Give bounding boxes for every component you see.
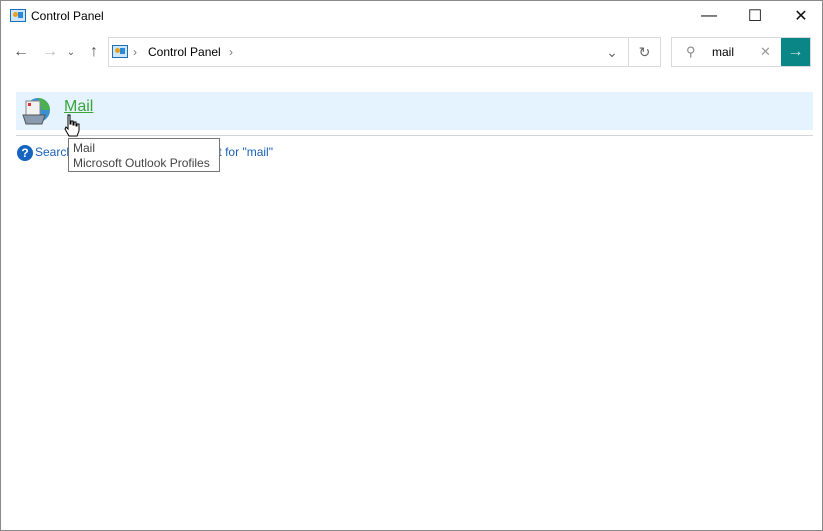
hand-cursor-icon: [64, 114, 80, 137]
mail-icon: [22, 98, 50, 125]
control-panel-window: Control Panel — ☐ ✕ ← → ⌄ ↑ › Control Pa…: [0, 0, 823, 531]
clear-search-button[interactable]: ✕: [760, 44, 771, 60]
breadcrumb-separator[interactable]: ›: [133, 45, 137, 59]
arrow-right-icon: →: [42, 43, 58, 60]
window-title: Control Panel: [31, 9, 104, 23]
close-button[interactable]: ✕: [778, 1, 823, 31]
search-box[interactable]: ⚲ mail ✕ →: [671, 37, 811, 67]
breadcrumb-control-panel[interactable]: Control Panel: [148, 45, 221, 59]
chevron-down-icon: ⌄: [66, 46, 76, 58]
address-dropdown-button[interactable]: ⌄: [596, 38, 628, 66]
tooltip-title: Mail: [73, 141, 96, 155]
minimize-button[interactable]: —: [686, 1, 732, 31]
breadcrumb-separator[interactable]: ›: [229, 45, 233, 59]
control-panel-icon: [10, 9, 26, 22]
search-go-button[interactable]: →: [781, 38, 810, 66]
refresh-icon: ↻: [638, 43, 651, 60]
result-item-mail[interactable]: [16, 92, 813, 130]
maximize-button[interactable]: ☐: [732, 1, 778, 31]
search-input[interactable]: mail: [712, 45, 734, 59]
arrow-right-icon: →: [787, 43, 804, 60]
recent-locations-button[interactable]: ⌄: [64, 41, 78, 63]
tooltip: Mail Microsoft Outlook Profiles: [68, 138, 220, 172]
search-icon: ⚲: [686, 44, 696, 59]
help-icon: ?: [17, 145, 33, 161]
divider: [16, 135, 813, 136]
back-button[interactable]: ←: [11, 41, 31, 63]
arrow-left-icon: ←: [13, 43, 29, 60]
chevron-down-icon: ⌄: [606, 43, 618, 60]
address-bar[interactable]: › Control Panel › ⌄ ↻: [108, 37, 661, 67]
tooltip-description: Microsoft Outlook Profiles: [73, 156, 210, 170]
arrow-up-icon: ↑: [90, 43, 98, 60]
control-panel-icon: [112, 45, 128, 58]
forward-button[interactable]: →: [40, 41, 60, 63]
up-button[interactable]: ↑: [84, 41, 104, 63]
refresh-button[interactable]: ↻: [628, 38, 660, 66]
